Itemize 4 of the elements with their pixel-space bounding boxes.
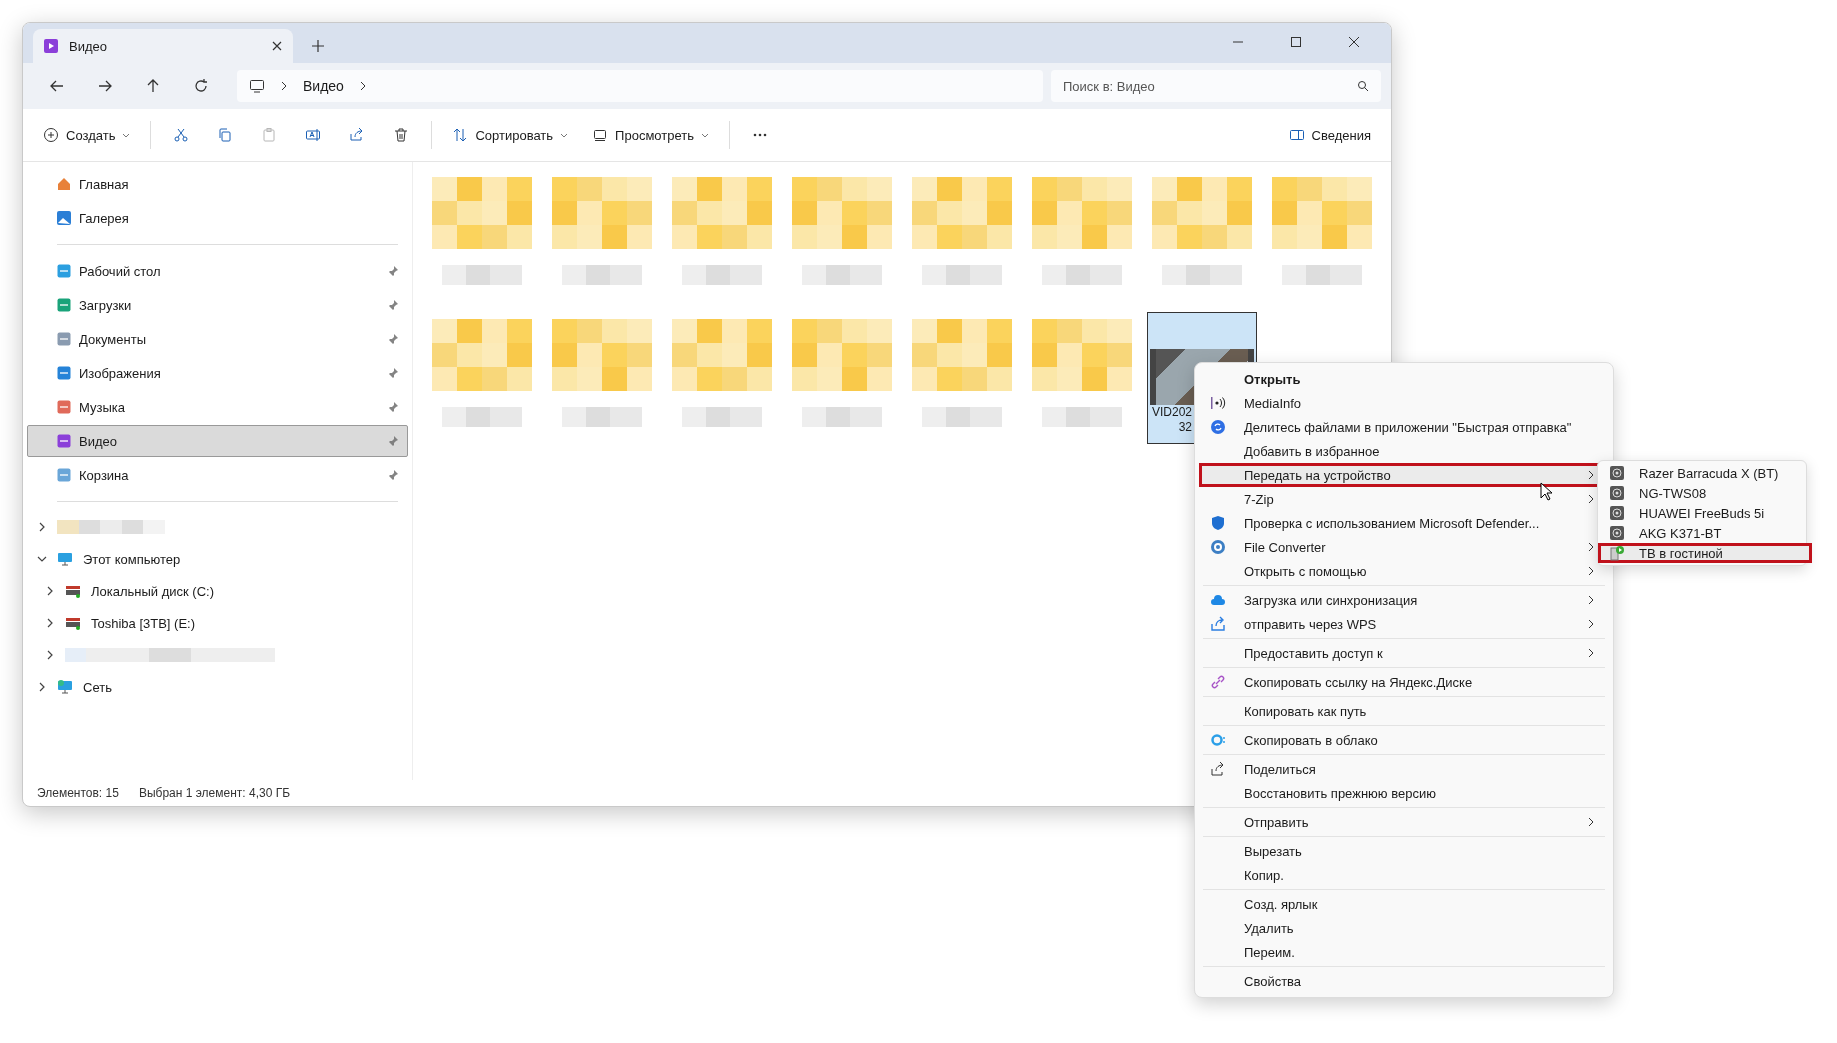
item-count: Элементов: 15 [37,786,119,800]
selection-info: Выбран 1 элемент: 4,30 ГБ [138,786,291,800]
file-name: VID202 [1151,405,1192,420]
file-name: 32 [1178,420,1192,435]
